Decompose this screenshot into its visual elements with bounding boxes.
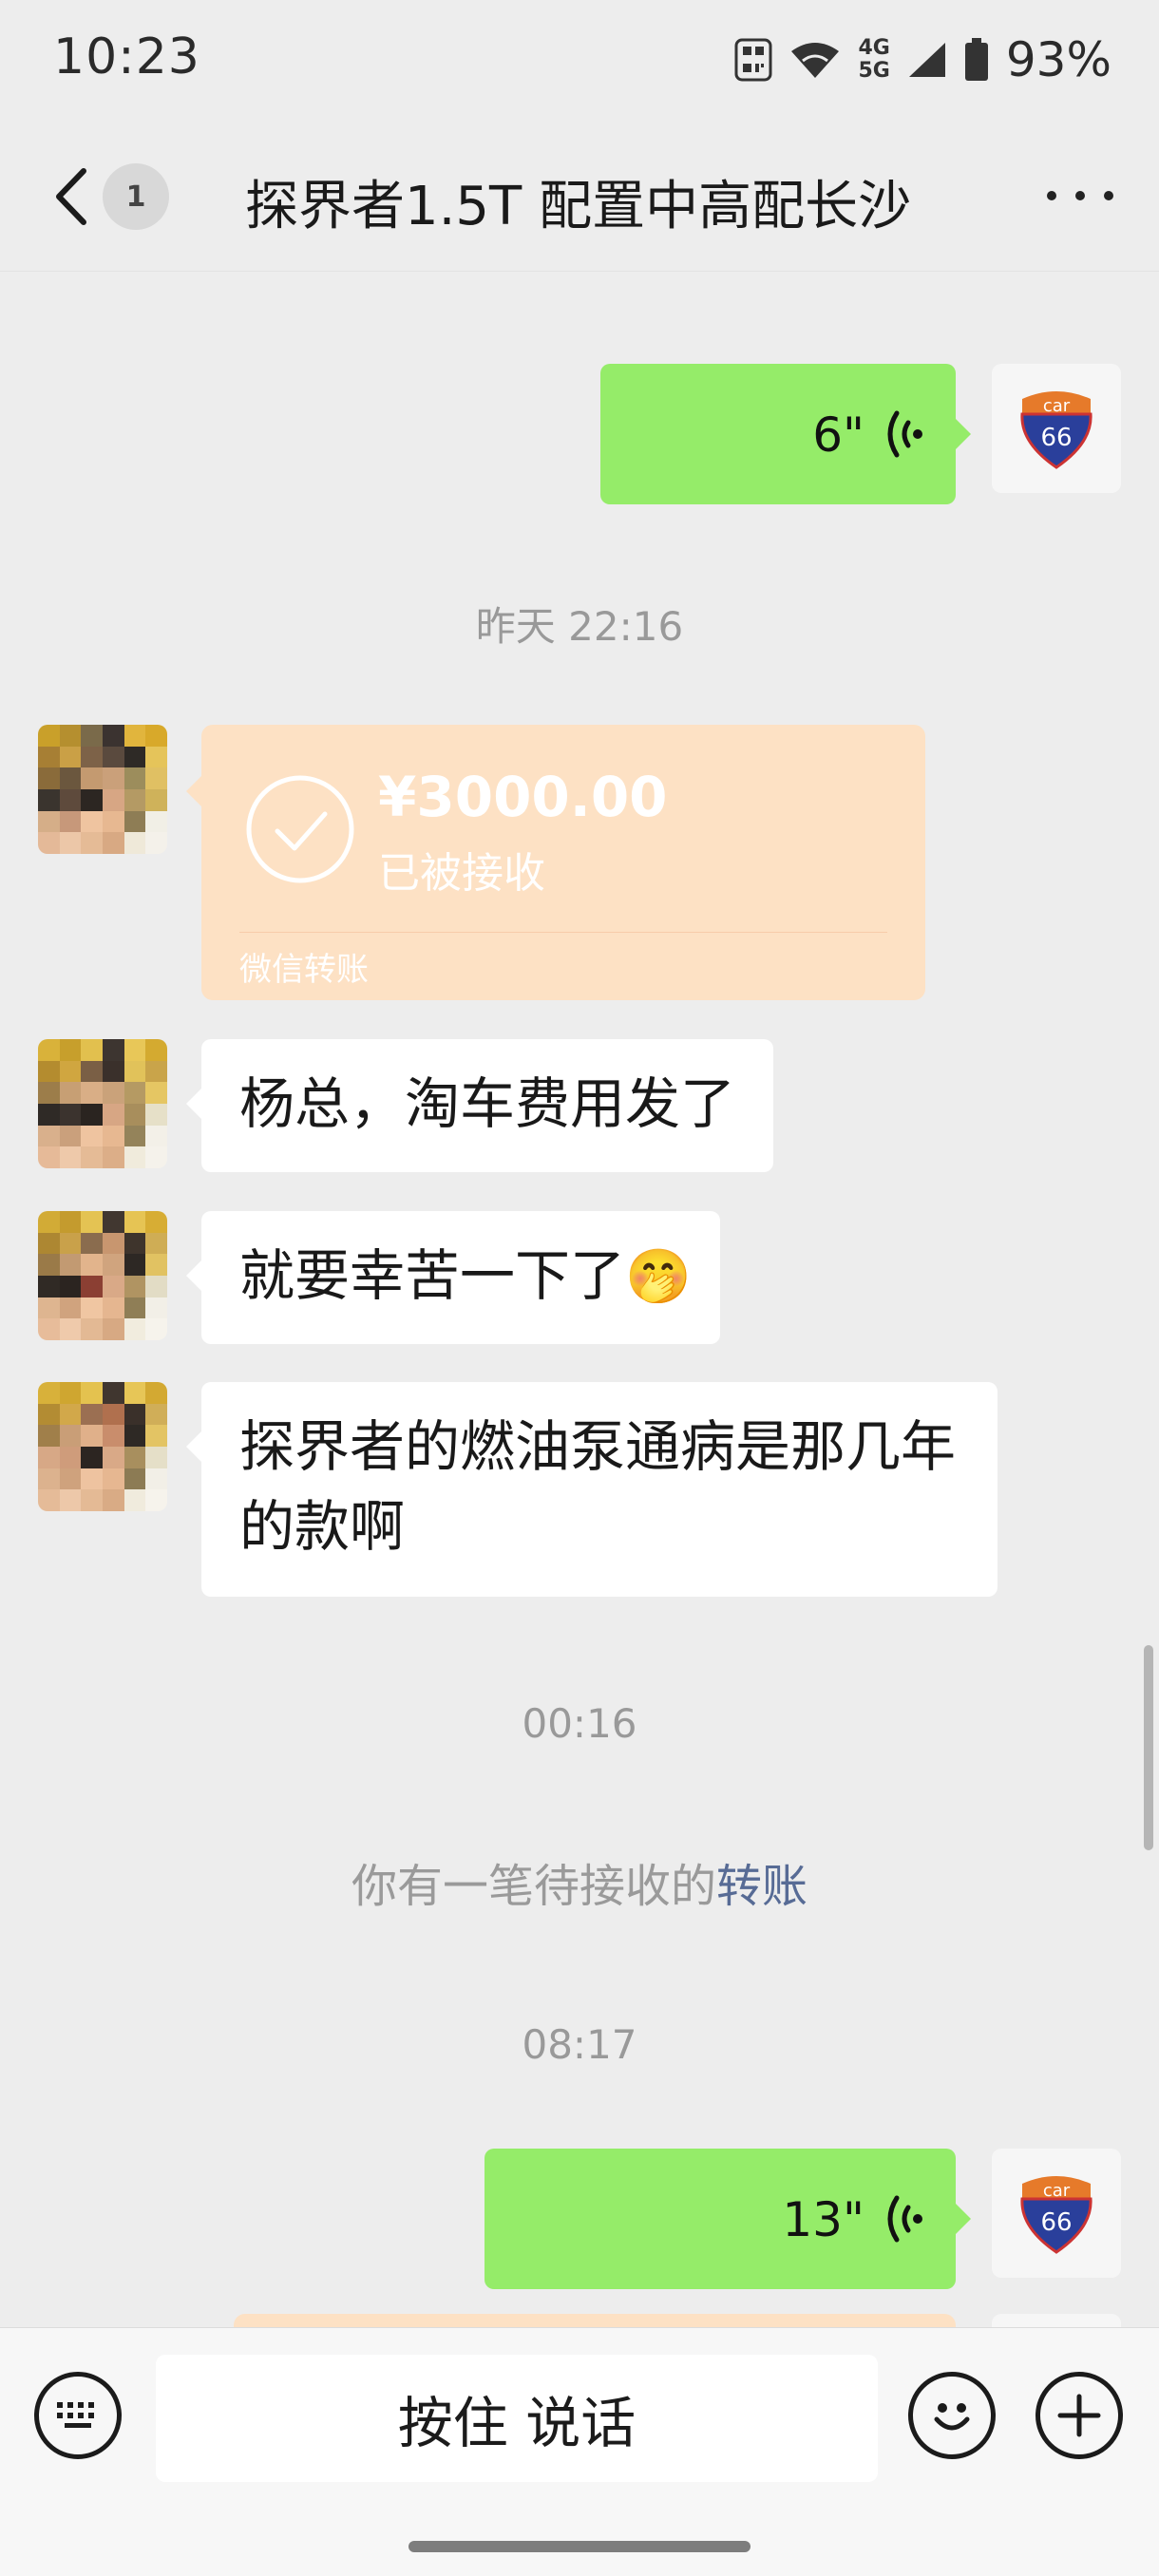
contact-avatar[interactable]	[38, 725, 167, 854]
more-dot-icon	[1075, 191, 1085, 200]
chat-title: 探界者1.5T 配置中高配长沙	[245, 176, 912, 237]
timestamp: 00:16	[522, 1700, 637, 1747]
pending-transfer-notice: 你有一笔待接收的转账	[0, 1848, 1159, 1915]
voice-wave-icon	[880, 406, 927, 466]
check-circle-icon	[245, 774, 355, 888]
battery-percent: 93%	[1005, 32, 1112, 87]
text-message-bubble[interactable]: 探界者的燃油泵通病是那几年的款啊	[186, 1382, 998, 1597]
route66-logo-icon: car 66	[1020, 2176, 1092, 2254]
more-dot-icon	[1047, 191, 1056, 200]
back-button[interactable]	[48, 163, 95, 230]
timestamp: 昨天 22:16	[475, 603, 684, 650]
network-label: 4G 5G	[858, 37, 889, 83]
chat-header: 1 探界者1.5T 配置中高配长沙	[0, 120, 1159, 272]
text-message-bubble[interactable]: 杨总，淘车费用发了	[185, 1039, 774, 1172]
contact-avatar[interactable]	[38, 1211, 167, 1340]
nfc-icon	[734, 38, 772, 82]
smiley-icon	[934, 2403, 970, 2431]
emoji-covering-mouth: 🤭	[625, 1246, 692, 1308]
wifi-icon	[789, 40, 841, 80]
hold-to-talk-button[interactable]: 按住 说话	[156, 2355, 878, 2482]
message-text: 探界者的燃油泵通病是那几年的款啊	[239, 1414, 957, 1559]
timestamp: 08:17	[522, 2021, 637, 2068]
logo-number-text: 66	[1040, 2208, 1072, 2237]
my-avatar[interactable]: car 66	[992, 2149, 1121, 2278]
text-message-bubble[interactable]: 就要幸苦一下了🤭	[186, 1211, 720, 1344]
partial-transfer-card	[234, 2314, 956, 2327]
more-functions-button[interactable]	[1036, 2372, 1123, 2459]
transfer-amount: ¥3000.00	[378, 765, 668, 829]
chevron-left-icon	[56, 168, 86, 225]
status-bar: 10:23 4G 5G 93%	[0, 0, 1159, 120]
status-icons: 4G 5G 93%	[734, 27, 1112, 93]
keyboard-toggle-button[interactable]	[34, 2372, 122, 2459]
unread-count-badge: 1	[103, 163, 169, 230]
route66-logo-icon: car 66	[1020, 391, 1092, 469]
partial-avatar	[992, 2314, 1121, 2327]
transfer-footer: 微信转账	[239, 951, 369, 989]
transfer-card[interactable]: ¥3000.00 已被接收 微信转账	[186, 725, 925, 1000]
notice-text: 你有一笔待接收的	[351, 1860, 716, 1913]
emoji-button[interactable]	[908, 2372, 996, 2459]
message-text: 就要幸苦一下了	[239, 1243, 626, 1308]
voice-duration: 13"	[782, 2192, 864, 2247]
transfer-divider	[239, 932, 887, 933]
voice-wave-icon	[880, 2190, 927, 2251]
transfer-link[interactable]: 转账	[716, 1860, 808, 1913]
home-indicator[interactable]	[408, 2541, 750, 2552]
network-4g-label: 4G	[858, 36, 890, 60]
keyboard-icon	[57, 2402, 94, 2428]
voice-message-bubble[interactable]: 6"	[600, 364, 971, 504]
message-text: 杨总，淘车费用发了	[239, 1071, 736, 1136]
status-time: 10:23	[53, 28, 200, 85]
scrollbar[interactable]	[1144, 1645, 1153, 1850]
input-bar: 按住 说话	[0, 2327, 1159, 2576]
voice-duration: 6"	[812, 407, 864, 463]
network-5g-label: 5G	[858, 59, 890, 83]
more-options-button[interactable]	[1047, 167, 1113, 224]
logo-number-text: 66	[1040, 424, 1072, 452]
contact-avatar[interactable]	[38, 1039, 167, 1168]
my-avatar[interactable]: car 66	[992, 364, 1121, 493]
more-dot-icon	[1104, 191, 1113, 200]
cell-signal-icon	[907, 41, 947, 79]
plus-icon	[1057, 2394, 1101, 2437]
voice-message-bubble[interactable]: 13"	[484, 2149, 971, 2289]
transfer-status: 已被接收	[378, 849, 545, 898]
contact-avatar[interactable]	[38, 1382, 167, 1511]
battery-icon	[964, 38, 989, 82]
